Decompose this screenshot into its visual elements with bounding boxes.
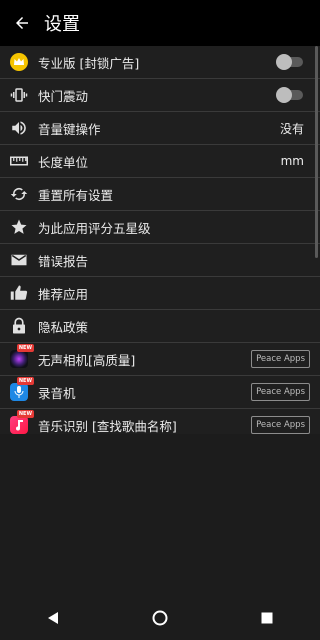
promo-app-music-id[interactable]: NEW 音乐识别 [查找歌曲名称] Peace Apps (0, 409, 320, 434)
volume-key-value: 没有 (279, 121, 304, 136)
nav-back-button[interactable] (33, 598, 73, 638)
triangle-back-icon (48, 612, 59, 624)
settings-item-label: 错误报告 (38, 253, 89, 269)
shutter-vibration-toggle[interactable] (276, 87, 303, 103)
new-badge: NEW (16, 377, 34, 385)
empty-area (0, 434, 320, 596)
new-badge: NEW (16, 344, 34, 352)
promo-app-silent-camera[interactable]: NEW 无声相机[高质量] Peace Apps (0, 343, 320, 376)
system-nav-bar (0, 596, 320, 640)
scrollbar[interactable] (315, 46, 318, 258)
promo-app-recorder[interactable]: NEW 录音机 Peace Apps (0, 376, 320, 409)
toggle-knob (276, 54, 292, 70)
promo-app-label: 无声相机[高质量] (38, 352, 136, 368)
length-unit-value: mm (280, 154, 304, 168)
silent-camera-app-image: NEW (10, 344, 34, 368)
settings-item-shutter-vibration[interactable]: 快门震动 (0, 79, 320, 112)
circle-home-icon (152, 610, 168, 626)
settings-item-volume-key[interactable]: 音量键操作 没有 (0, 112, 320, 145)
developer-badge: Peace Apps (251, 350, 310, 368)
page-title: 设置 (44, 14, 80, 35)
settings-item-label: 隐私政策 (38, 319, 89, 335)
star-icon (0, 218, 38, 236)
vibration-icon (0, 86, 38, 104)
settings-item-privacy[interactable]: 隐私政策 (0, 310, 320, 343)
silent-camera-app-icon: NEW (0, 344, 38, 368)
volume-icon (0, 119, 38, 137)
settings-item-label: 快门震动 (38, 88, 89, 104)
settings-item-label: 音量键操作 (38, 121, 101, 137)
reset-icon (0, 185, 38, 203)
settings-item-label: 为此应用评分五星级 (38, 220, 151, 236)
developer-badge: Peace Apps (251, 416, 310, 434)
ruler-icon (0, 152, 38, 170)
developer-badge: Peace Apps (251, 383, 310, 401)
app-bar: 设置 (0, 0, 320, 46)
settings-item-bug-report[interactable]: 错误报告 (0, 244, 320, 277)
nav-recents-button[interactable] (247, 598, 287, 638)
settings-item-label: 重置所有设置 (38, 187, 114, 203)
recorder-app-icon: NEW (0, 377, 38, 401)
settings-item-label: 长度单位 (38, 154, 89, 170)
settings-item-recommend[interactable]: 推荐应用 (0, 277, 320, 310)
new-badge: NEW (16, 410, 34, 418)
music-note-icon: NEW (10, 410, 34, 434)
settings-item-rate[interactable]: 为此应用评分五星级 (0, 211, 320, 244)
back-button[interactable] (0, 0, 44, 46)
toggle-knob (276, 87, 292, 103)
settings-item-length-unit[interactable]: 长度单位 mm (0, 145, 320, 178)
crown-icon (0, 52, 38, 72)
settings-item-reset[interactable]: 重置所有设置 (0, 178, 320, 211)
settings-item-label: 推荐应用 (38, 286, 89, 302)
mail-icon (0, 251, 38, 269)
microphone-icon: NEW (10, 377, 34, 401)
pro-version-toggle[interactable] (276, 54, 303, 70)
settings-item-pro-version[interactable]: 专业版 [封锁广告] (0, 46, 320, 79)
promo-app-label: 音乐识别 [查找歌曲名称] (38, 418, 177, 434)
settings-list: 专业版 [封锁广告] 快门震动 音量键操作 没有 长度单位 mm 重置所有设置 … (0, 46, 320, 434)
back-arrow-icon (16, 17, 28, 29)
music-id-app-icon: NEW (0, 410, 38, 434)
lock-icon (0, 317, 38, 335)
nav-home-button[interactable] (140, 598, 180, 638)
thumbs-up-icon (0, 284, 38, 302)
settings-item-label: 专业版 [封锁广告] (38, 55, 140, 71)
promo-app-label: 录音机 (38, 385, 76, 401)
square-recents-icon (261, 612, 273, 624)
